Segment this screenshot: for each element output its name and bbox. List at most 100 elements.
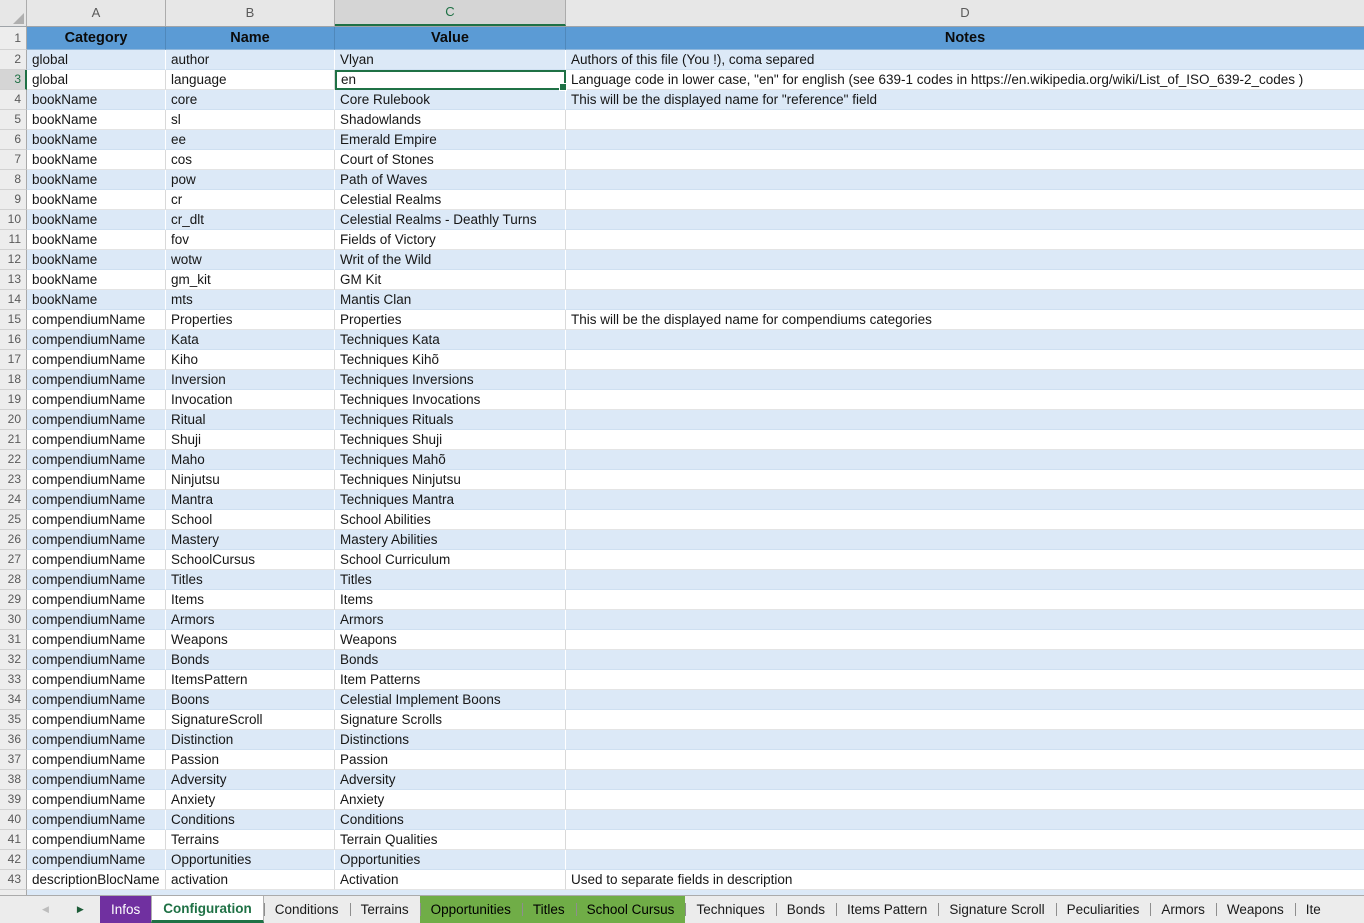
cell-category[interactable]: bookName [27,250,166,270]
cell-name[interactable]: mts [166,290,335,310]
row-number[interactable]: 9 [0,190,27,210]
cell-value[interactable]: Armors [335,610,566,630]
row-number[interactable]: 12 [0,250,27,270]
cell-category[interactable]: bookName [27,90,166,110]
cell-name[interactable]: gm_kit [166,270,335,290]
row-number[interactable]: 31 [0,630,27,650]
cell-value[interactable]: Techniques Kata [335,330,566,350]
row-number[interactable]: 2 [0,50,27,70]
row-number[interactable]: 30 [0,610,27,630]
row-number[interactable]: 26 [0,530,27,550]
row-number[interactable]: 28 [0,570,27,590]
row-number[interactable]: 21 [0,430,27,450]
cell-name[interactable]: activation [166,870,335,890]
cell-notes[interactable] [566,710,1364,730]
sheet-tab-ite[interactable]: Ite [1295,896,1321,923]
cell-name[interactable]: cos [166,150,335,170]
cell-name[interactable]: Mantra [166,490,335,510]
cell-notes[interactable]: Authors of this file (You !), coma separ… [566,50,1364,70]
row-number[interactable]: 43 [0,870,27,890]
cell-value[interactable]: Items [335,590,566,610]
cell-category[interactable]: compendiumName [27,410,166,430]
sheet-tab-techniques[interactable]: Techniques [685,896,775,923]
cell-name[interactable]: cr [166,190,335,210]
cell-name[interactable]: Kiho [166,350,335,370]
cell-value[interactable]: Item Patterns [335,670,566,690]
cell-category[interactable]: compendiumName [27,590,166,610]
cell-category[interactable]: bookName [27,230,166,250]
cell-name[interactable]: Armors [166,610,335,630]
cell-notes[interactable] [566,330,1364,350]
row-number[interactable]: 19 [0,390,27,410]
cell-notes[interactable] [566,490,1364,510]
cell-notes[interactable] [566,770,1364,790]
header-cell-value[interactable]: Value [335,27,566,50]
cell-notes[interactable] [566,270,1364,290]
cell-name[interactable]: Maho [166,450,335,470]
cell-notes[interactable] [566,370,1364,390]
cell-value[interactable]: Emerald Empire [335,130,566,150]
sheet-tab-items-pattern[interactable]: Items Pattern [836,896,938,923]
cell-notes[interactable] [566,790,1364,810]
cell-value[interactable]: Anxiety [335,790,566,810]
sheet-tab-school-cursus[interactable]: School Cursus [576,896,686,923]
cell-category[interactable]: compendiumName [27,310,166,330]
cell-name[interactable]: pow [166,170,335,190]
cell-value[interactable]: Distinctions [335,730,566,750]
cell-category[interactable]: compendiumName [27,790,166,810]
row-number[interactable]: 3 [0,70,27,90]
header-cell-notes[interactable]: Notes [566,27,1364,50]
row-number[interactable]: 34 [0,690,27,710]
cell-category[interactable]: compendiumName [27,570,166,590]
sheet-nav-right-icon[interactable]: ▶ [77,905,84,914]
cell-notes[interactable]: Language code in lower case, "en" for en… [566,70,1364,90]
select-all-corner[interactable] [0,0,27,26]
cell-category[interactable]: bookName [27,150,166,170]
cell-value[interactable]: Techniques Kihõ [335,350,566,370]
row-number[interactable]: 15 [0,310,27,330]
cell-notes[interactable] [566,510,1364,530]
cell-category[interactable]: compendiumName [27,650,166,670]
cell-value-selected[interactable]: en [335,70,566,90]
cell-notes[interactable] [566,230,1364,250]
cell-notes[interactable] [566,410,1364,430]
cell-notes[interactable] [566,130,1364,150]
cell-category[interactable]: bookName [27,130,166,150]
cell-value[interactable]: Titles [335,570,566,590]
cell-category[interactable]: compendiumName [27,350,166,370]
row-number[interactable]: 13 [0,270,27,290]
cell-name[interactable]: ItemsPattern [166,670,335,690]
cell-value[interactable]: Terrain Qualities [335,830,566,850]
cell-value[interactable]: Celestial Implement Boons [335,690,566,710]
cell-value[interactable]: Mantis Clan [335,290,566,310]
cell-value[interactable]: School Curriculum [335,550,566,570]
row-number[interactable]: 4 [0,90,27,110]
cell-notes[interactable] [566,470,1364,490]
cell-value[interactable]: Techniques Mantra [335,490,566,510]
row-number[interactable]: 27 [0,550,27,570]
column-header-b[interactable]: B [166,0,335,26]
row-number[interactable]: 33 [0,670,27,690]
cell-value[interactable]: Celestial Realms [335,190,566,210]
row-number[interactable]: 17 [0,350,27,370]
cell-name[interactable]: sl [166,110,335,130]
sheet-tab-titles[interactable]: Titles [522,896,576,923]
cell-value[interactable]: Techniques Mahõ [335,450,566,470]
cell-name[interactable]: Properties [166,310,335,330]
sheet-tab-infos[interactable]: Infos [100,896,151,923]
cell-name[interactable]: cr_dlt [166,210,335,230]
cell-value[interactable]: Bonds [335,650,566,670]
cell-notes[interactable] [566,550,1364,570]
cell-name[interactable]: wotw [166,250,335,270]
cell-value[interactable]: Adversity [335,770,566,790]
cell-value[interactable]: Activation [335,870,566,890]
cell-category[interactable]: bookName [27,110,166,130]
cell-name[interactable]: Bonds [166,650,335,670]
cell-name[interactable]: Anxiety [166,790,335,810]
cell-category[interactable]: bookName [27,170,166,190]
cell-notes[interactable] [566,430,1364,450]
cell-category[interactable]: compendiumName [27,490,166,510]
cell-name[interactable]: author [166,50,335,70]
cell-value[interactable]: Techniques Invocations [335,390,566,410]
cell-notes[interactable] [566,150,1364,170]
